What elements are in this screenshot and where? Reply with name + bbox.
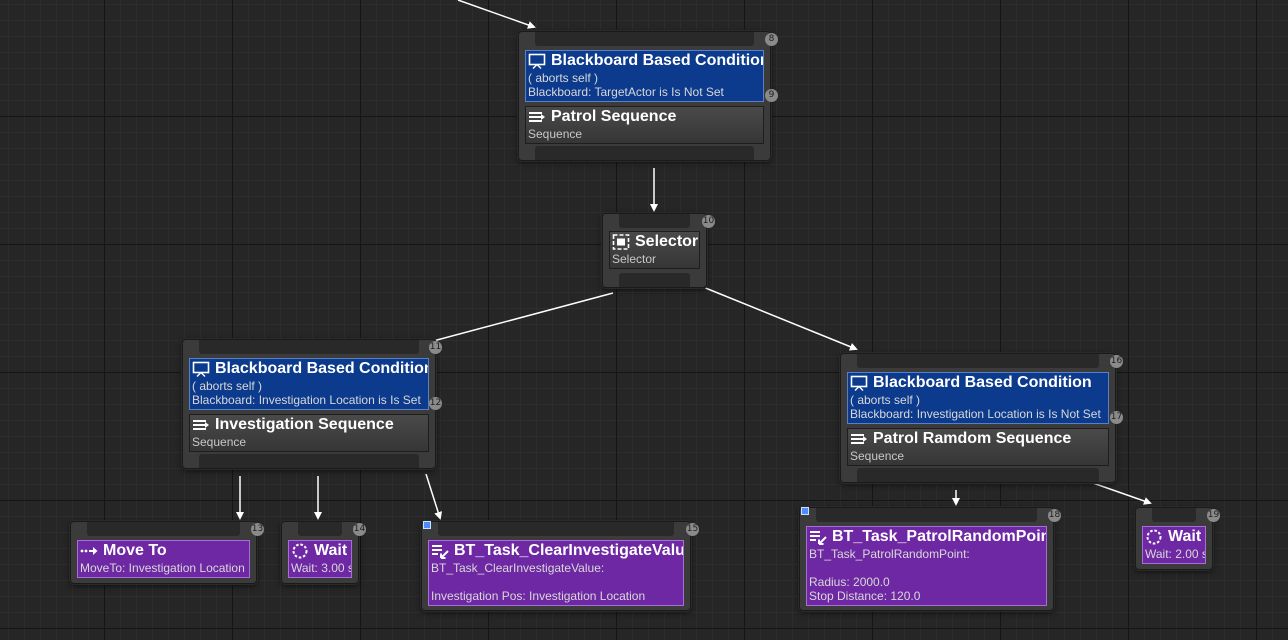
blackboard-condition-icon	[192, 361, 210, 377]
blackboard-decorator[interactable]: Blackboard Based Condition ( aborts self…	[847, 372, 1109, 424]
decorator-title: Blackboard Based Condition	[551, 52, 764, 69]
blueprint-flag-icon	[423, 521, 431, 529]
execution-index-badge: 19	[1207, 509, 1220, 522]
move-to-task-node[interactable]: 13 Move To MoveTo: Investigation Locatio…	[70, 521, 264, 584]
sequence-icon	[850, 431, 868, 447]
execution-index-badge: 10	[702, 215, 715, 228]
output-pin[interactable]	[857, 468, 1099, 482]
composite-title: Patrol Sequence	[551, 108, 677, 125]
input-pin[interactable]	[619, 214, 690, 228]
composite-type: Sequence	[850, 449, 905, 463]
decorator-index-badge: 12	[429, 397, 442, 410]
sequence-icon	[192, 417, 210, 433]
decorator-index-badge: 17	[1110, 411, 1123, 424]
decorator-title: Blackboard Based Condition	[873, 374, 1092, 391]
execution-index-badge: 14	[353, 523, 366, 536]
abort-mode: ( aborts self )	[850, 393, 921, 407]
patrol-random-sequence-node[interactable]: 16 Blackboard Based Condition ( aborts s…	[840, 353, 1123, 483]
composite-title: Selector	[635, 233, 699, 250]
task-description: Wait: 2.00 s	[1145, 547, 1206, 561]
blackboard-condition-icon	[528, 53, 546, 69]
patrol-sequence-node[interactable]: 8 Blackboard Based Condition ( aborts se…	[518, 31, 778, 161]
output-pin[interactable]	[535, 146, 754, 160]
composite-type: Sequence	[528, 127, 583, 141]
input-pin[interactable]	[816, 508, 1037, 522]
composite-header[interactable]: Investigation Sequence Sequence	[189, 414, 429, 452]
wait-task-node[interactable]: 14 Wait Wait: 3.00 s	[281, 521, 366, 584]
task-body[interactable]: BT_Task_PatrolRandomPoint BT_Task_Patrol…	[806, 526, 1047, 606]
composite-type: Sequence	[192, 435, 247, 449]
execution-index-badge: 13	[251, 523, 264, 536]
output-pin[interactable]	[619, 273, 690, 287]
wire-root-to-patrol-sequence	[457, 0, 536, 29]
wait-icon	[291, 543, 309, 559]
task-title: Wait	[1168, 528, 1202, 545]
blueprint-task-icon	[431, 543, 449, 559]
abort-mode: ( aborts self )	[192, 379, 263, 393]
task-body[interactable]: Wait Wait: 2.00 s	[1142, 526, 1206, 564]
execution-index-badge: 11	[429, 341, 442, 354]
clear-investigate-value-task-node[interactable]: 15 BT_Task_ClearInvestigateValue BT_Task…	[421, 521, 699, 611]
selector-icon	[612, 234, 630, 250]
input-pin[interactable]	[535, 32, 754, 46]
decorator-condition: Blackboard: Investigation Location is Is…	[850, 407, 1101, 421]
composite-header[interactable]: Patrol Ramdom Sequence Sequence	[847, 428, 1109, 466]
abort-mode: ( aborts self )	[528, 71, 599, 85]
move-to-icon	[80, 543, 98, 559]
task-description: Wait: 3.00 s	[291, 561, 352, 575]
wire-selector-to-investigation	[420, 292, 614, 347]
task-description-line-1: BT_Task_ClearInvestigateValue:	[431, 561, 605, 575]
task-radius: Radius: 2000.0	[809, 575, 890, 589]
execution-index-badge: 8	[765, 33, 778, 46]
input-pin[interactable]	[1152, 508, 1196, 522]
sequence-icon	[528, 109, 546, 125]
task-description-line-1: BT_Task_PatrolRandomPoint:	[809, 547, 970, 561]
execution-index-badge: 18	[1048, 509, 1061, 522]
input-pin[interactable]	[199, 340, 419, 354]
composite-type: Selector	[612, 252, 657, 266]
blueprint-flag-icon	[801, 507, 809, 515]
input-pin[interactable]	[87, 522, 240, 536]
selector-node[interactable]: 10 Selector Selector	[602, 213, 715, 288]
blackboard-decorator[interactable]: Blackboard Based Condition ( aborts self…	[525, 50, 764, 102]
composite-title: Patrol Ramdom Sequence	[873, 430, 1072, 447]
blueprint-task-icon	[809, 529, 827, 545]
wait-task-node-2[interactable]: 19 Wait Wait: 2.00 s	[1135, 507, 1220, 570]
task-title: Move To	[103, 542, 167, 559]
wire-selector-to-patrol-random	[702, 286, 858, 351]
decorator-condition: Blackboard: TargetActor is Is Not Set	[528, 85, 724, 99]
decorator-title: Blackboard Based Condition	[215, 360, 429, 377]
task-body[interactable]: Move To MoveTo: Investigation Location	[77, 540, 250, 578]
task-body[interactable]: Wait Wait: 3.00 s	[288, 540, 352, 578]
wire-patrol-random-to-wait	[1089, 481, 1152, 505]
task-title: BT_Task_PatrolRandomPoint	[832, 528, 1047, 545]
composite-header[interactable]: Selector Selector	[609, 231, 700, 269]
blackboard-condition-icon	[850, 375, 868, 391]
task-title: Wait	[314, 542, 348, 559]
wait-icon	[1145, 529, 1163, 545]
wire-investigation-to-clear-value	[425, 473, 442, 520]
patrol-random-point-task-node[interactable]: 18 BT_Task_PatrolRandomPoint BT_Task_Pat…	[799, 507, 1061, 611]
execution-index-badge: 16	[1110, 355, 1123, 368]
task-description: MoveTo: Investigation Location	[80, 561, 245, 575]
composite-title: Investigation Sequence	[215, 416, 394, 433]
execution-index-badge: 15	[686, 523, 699, 536]
input-pin[interactable]	[438, 522, 674, 536]
output-pin[interactable]	[199, 454, 419, 468]
task-stop-distance: Stop Distance: 120.0	[809, 589, 921, 603]
task-description-line-2: Investigation Pos: Investigation Locatio…	[431, 589, 646, 603]
input-pin[interactable]	[857, 354, 1099, 368]
blackboard-decorator[interactable]: Blackboard Based Condition ( aborts self…	[189, 358, 429, 410]
composite-header[interactable]: Patrol Sequence Sequence	[525, 106, 764, 144]
investigation-sequence-node[interactable]: 11 Blackboard Based Condition ( aborts s…	[182, 339, 442, 469]
task-body[interactable]: BT_Task_ClearInvestigateValue BT_Task_Cl…	[428, 540, 684, 606]
task-title: BT_Task_ClearInvestigateValue	[454, 542, 684, 559]
decorator-index-badge: 9	[765, 89, 778, 102]
input-pin[interactable]	[298, 522, 342, 536]
decorator-condition: Blackboard: Investigation Location is Is…	[192, 393, 421, 407]
